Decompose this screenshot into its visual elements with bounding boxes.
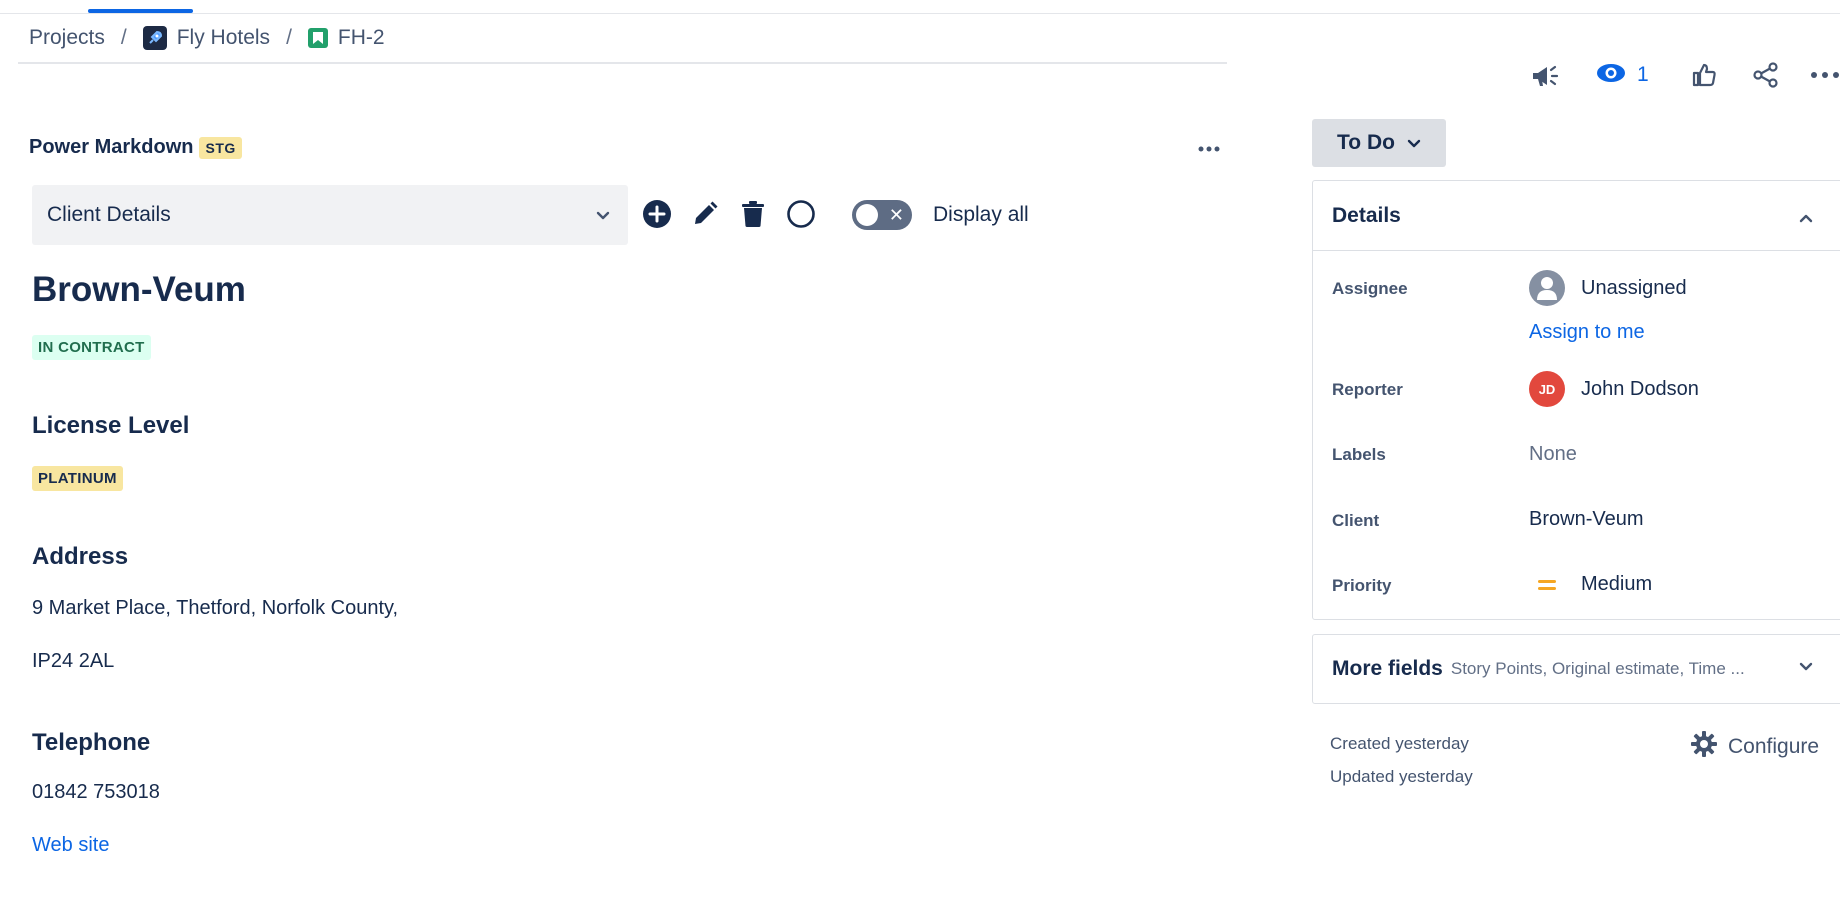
chevron-down-icon [1407,131,1421,155]
more-fields-title: More fields [1332,657,1443,680]
issue-actions-toolbar: 1 [1525,58,1840,92]
top-tab-strip [0,0,1840,14]
breadcrumb-projects[interactable]: Projects [29,26,105,50]
address-heading: Address [32,543,129,570]
chevron-down-icon [1799,659,1813,677]
thumbs-up-icon[interactable] [1687,58,1721,92]
edit-page-icon[interactable] [688,197,722,231]
priority-medium-icon [1529,578,1565,592]
active-tab-indicator [88,9,193,13]
address-line-2: IP24 2AL [32,650,115,672]
license-heading: License Level [32,412,190,439]
assign-to-me-link[interactable]: Assign to me [1529,321,1645,344]
telephone-value: 01842 753018 [32,781,160,803]
page-select-value: Client Details [47,203,171,226]
website-link[interactable]: Web site [32,834,109,857]
panel-more-icon[interactable] [1196,136,1222,162]
breadcrumb-separator: / [286,26,292,49]
telephone-heading: Telephone [32,729,151,756]
breadcrumb-issue[interactable]: FH-2 [307,26,385,50]
details-header[interactable]: Details [1313,181,1840,251]
details-panel: Details Assignee Unassigned Assign to me… [1312,180,1840,620]
chevron-down-icon [596,203,610,227]
avatar: JD [1529,371,1565,407]
status-button[interactable]: To Do [1312,119,1446,167]
labels-field[interactable]: None [1529,443,1577,466]
reporter-field[interactable]: JD John Dodson [1529,371,1699,407]
eye-icon [1595,61,1627,90]
unassigned-avatar-icon [1529,270,1565,306]
watch-button[interactable]: 1 [1595,58,1649,92]
display-all-toggle[interactable]: ✕ [852,200,912,230]
configure-button[interactable]: Configure [1690,730,1819,764]
chevron-up-icon [1799,205,1813,229]
client-field[interactable]: Brown-Veum [1529,508,1644,531]
reporter-label: Reporter [1332,380,1403,399]
priority-field[interactable]: Medium [1529,573,1652,596]
more-fields-summary: Story Points, Original estimate, Time ..… [1450,659,1745,678]
breadcrumb: Projects / Fly Hotels / FH-2 [29,24,385,52]
close-icon: ✕ [888,205,904,225]
address-line-1: 9 Market Place, Thetford, Norfolk County… [32,597,399,619]
display-all-label: Display all [933,203,1029,226]
assignee-field[interactable]: Unassigned [1529,270,1687,306]
breadcrumb-separator: / [120,26,127,49]
priority-label: Priority [1332,576,1392,595]
env-badge: STG [199,136,242,159]
updated-timestamp: Updated yesterday [1330,767,1473,786]
breadcrumb-divider [18,62,1227,64]
toggle-knob [856,204,878,226]
rocket-icon [142,26,167,50]
breadcrumb-project[interactable]: Fly Hotels [142,26,270,50]
story-icon [307,28,328,48]
assignee-label: Assignee [1332,279,1408,298]
page-tools [640,197,832,231]
power-markdown-title: Power Markdown STG [29,136,242,159]
license-lozenge: PLATINUM [32,466,123,491]
client-label: Client [1332,511,1380,530]
megaphone-icon[interactable] [1525,58,1565,92]
trash-icon[interactable] [736,197,770,231]
contract-status-lozenge: IN CONTRACT [32,335,151,360]
watch-count: 1 [1637,63,1649,86]
client-heading: Brown-Veum [32,270,246,309]
more-icon[interactable] [1805,58,1840,92]
circle-icon[interactable] [784,197,818,231]
created-timestamp: Created yesterday [1330,734,1469,753]
page-select[interactable]: Client Details [32,185,628,245]
labels-label: Labels [1332,445,1386,464]
share-icon[interactable] [1749,58,1783,92]
add-page-icon[interactable] [640,197,674,231]
gear-icon [1690,730,1718,764]
more-fields-panel[interactable]: More fields Story Points, Original estim… [1312,634,1840,704]
